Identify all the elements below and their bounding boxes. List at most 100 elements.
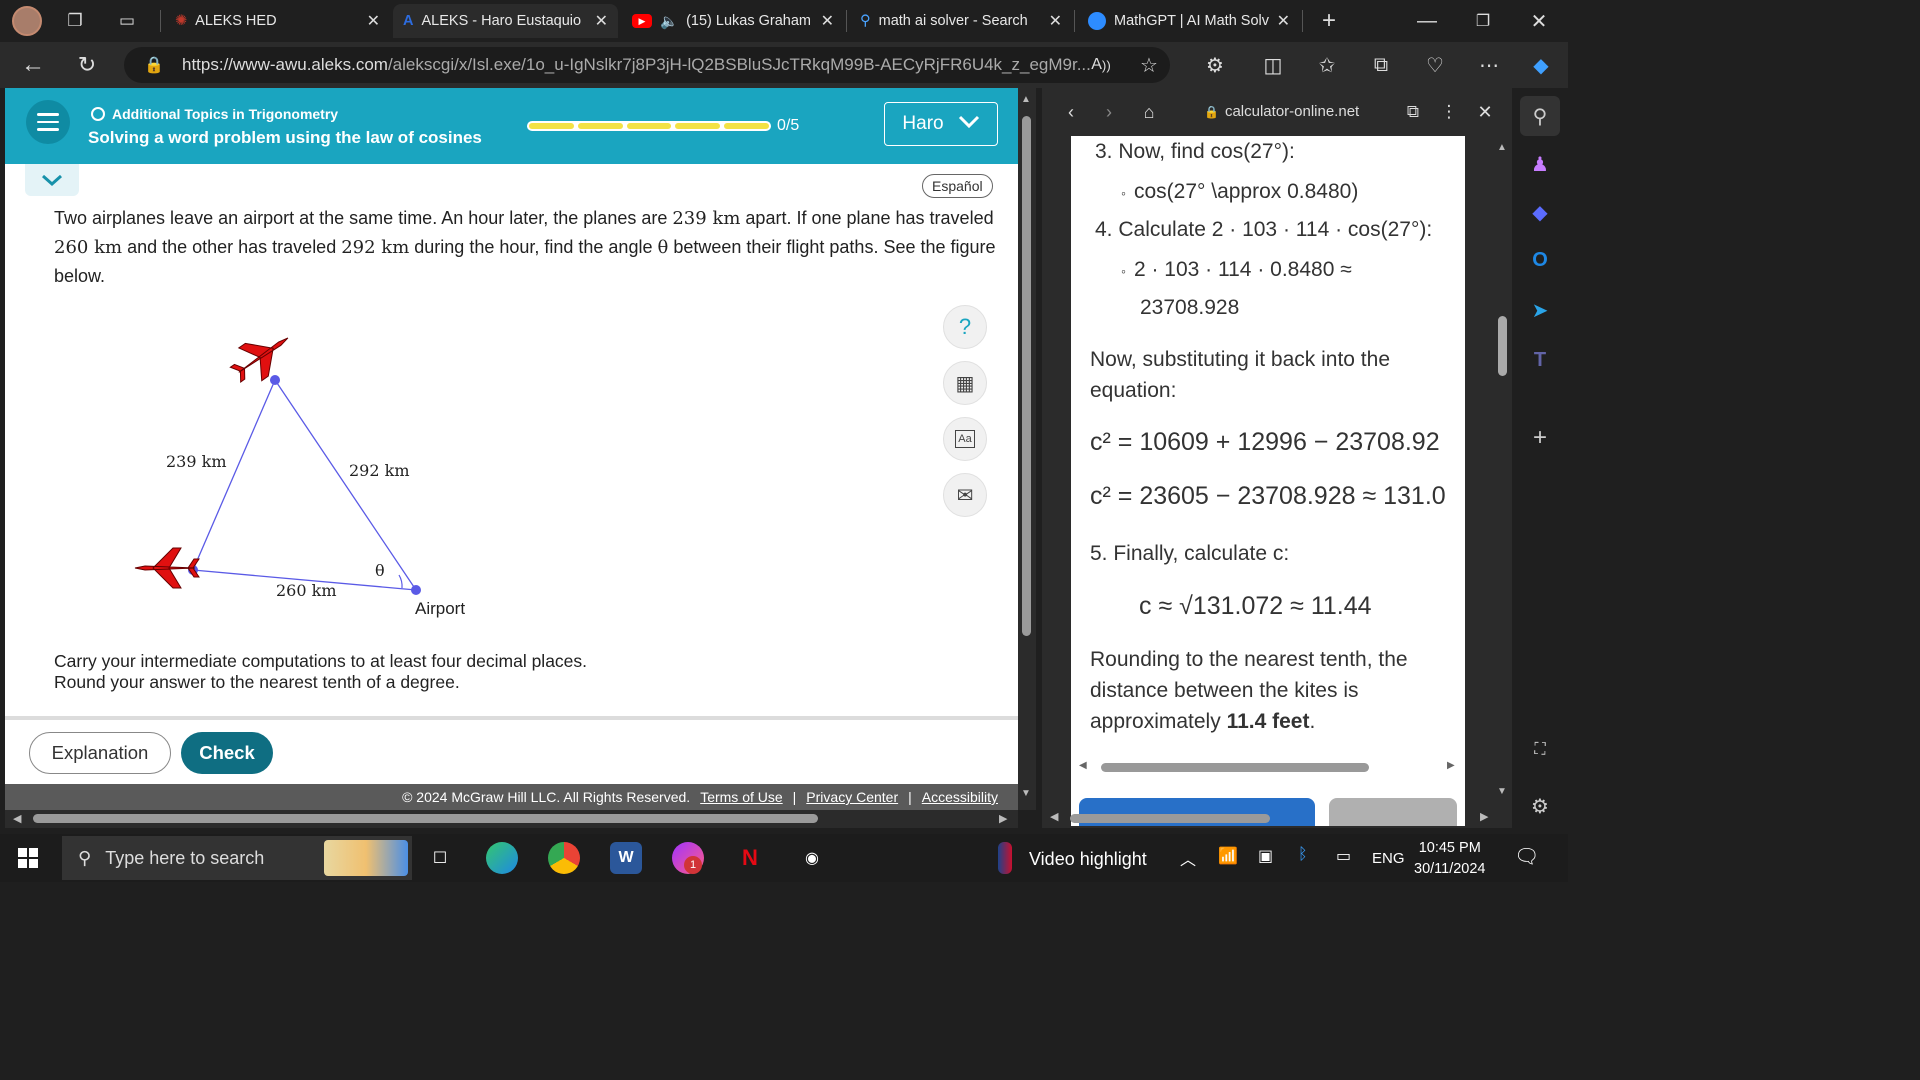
browser-essentials-icon[interactable]: ♡ — [1420, 50, 1450, 80]
shopping-icon[interactable]: ♟ — [1524, 148, 1556, 180]
side-panel-vertical-scrollbar[interactable]: ▲ ▼ — [1494, 136, 1512, 816]
menu-icon[interactable] — [26, 100, 70, 144]
tab-separator — [1074, 10, 1075, 32]
open-in-tab-icon[interactable]: ⧉ — [1398, 97, 1428, 127]
refresh-icon[interactable]: ↻ — [72, 50, 102, 80]
scroll-thumb[interactable] — [1101, 763, 1369, 772]
workspaces-icon[interactable]: ❐ — [60, 6, 90, 36]
tab-bing-search[interactable]: ⚲ math ai solver - Search ✕ — [850, 4, 1072, 38]
send-icon[interactable]: ➤ — [1524, 294, 1556, 326]
panel-forward-icon[interactable]: › — [1094, 97, 1124, 127]
chrome-icon[interactable] — [548, 842, 580, 874]
panel-close-icon[interactable]: ✕ — [1470, 97, 1500, 127]
help-button[interactable]: ? — [943, 305, 987, 349]
terms-link[interactable]: Terms of Use — [700, 789, 782, 805]
mail-icon[interactable]: ✉ — [943, 473, 987, 517]
add-icon[interactable]: + — [1524, 422, 1556, 454]
video-highlight-label[interactable]: Video highlight — [1029, 849, 1147, 870]
tab-separator — [1302, 10, 1303, 32]
airport-dot — [411, 585, 421, 595]
back-icon[interactable]: ← — [18, 50, 48, 80]
tab-aleks-hed[interactable]: ✺ ALEKS HED ✕ — [165, 4, 390, 38]
tab-close-icon[interactable]: ✕ — [595, 11, 608, 31]
profile-avatar[interactable] — [12, 6, 42, 36]
panel-back-icon[interactable]: ‹ — [1056, 97, 1086, 127]
split-screen-icon[interactable]: ◫ — [1258, 50, 1288, 80]
explanation-button[interactable]: Explanation — [29, 732, 171, 774]
espanol-button[interactable]: Español — [922, 174, 993, 198]
windows-start-icon[interactable] — [18, 848, 38, 868]
scroll-thumb[interactable] — [1022, 116, 1031, 636]
wifi-icon[interactable]: 📶 — [1218, 846, 1238, 866]
favorites-icon[interactable]: ✩ — [1312, 50, 1342, 80]
scroll-thumb[interactable] — [1498, 316, 1507, 376]
tab-aleks-haro[interactable]: A ALEKS - Haro Eustaquio ✕ — [393, 4, 618, 38]
bluetooth-icon[interactable]: ᛒ — [1298, 846, 1308, 864]
scroll-thumb[interactable] — [33, 814, 818, 823]
panel-more-icon[interactable]: ⋮ — [1434, 97, 1464, 127]
games-icon[interactable]: ◆ — [1524, 196, 1556, 228]
collapse-header-button[interactable] — [25, 164, 79, 196]
scroll-thumb[interactable] — [1070, 814, 1270, 823]
teams-icon[interactable]: T — [1524, 344, 1556, 376]
notifications-icon[interactable]: 🗨 — [1514, 844, 1539, 869]
tab-close-icon[interactable]: ✕ — [1049, 11, 1062, 31]
dictionary-icon[interactable]: Aa — [943, 417, 987, 461]
taskbar-search[interactable]: ⚲ Type here to search — [62, 836, 412, 880]
netflix-icon[interactable]: N — [734, 842, 766, 874]
task-view-icon[interactable]: ☐ — [424, 842, 456, 874]
rounding-prefix: approximately — [1090, 710, 1227, 733]
address-bar-row: ← ↻ 🔒 https://www-awu.aleks.com/alekscgi… — [0, 42, 1568, 88]
battery-saver-icon[interactable]: ▣ — [1258, 846, 1273, 866]
triangle-diagram: 239 km 292 km 260 km θ Airport — [134, 337, 465, 618]
copilot-icon[interactable]: ◆ — [1526, 50, 1556, 80]
accessibility-link[interactable]: Accessibility — [922, 789, 998, 805]
close-window-icon[interactable]: ✕ — [1524, 6, 1554, 36]
tab-close-icon[interactable]: ✕ — [821, 11, 834, 31]
search-icon[interactable]: ⚲ — [1520, 96, 1560, 136]
side-panel-horizontal-scrollbar[interactable]: ◀ ▶ — [1048, 810, 1494, 826]
word-icon[interactable]: W — [610, 842, 642, 874]
screenshot-icon[interactable]: ⛶ — [1524, 734, 1556, 766]
panel-site: 🔒 calculator-online.net — [1204, 103, 1359, 120]
nba-icon[interactable] — [998, 842, 1012, 874]
collections-icon[interactable]: ⧉ — [1366, 50, 1396, 80]
tab-youtube[interactable]: ▶ 🔈 (15) Lukas Graham ✕ — [622, 4, 844, 38]
battery-icon[interactable]: ▭ — [1336, 846, 1351, 866]
extensions-icon[interactable]: ⚙ — [1200, 50, 1230, 80]
distance-value: 260 km — [54, 237, 123, 258]
settings-icon[interactable]: ⚙ — [1524, 790, 1556, 822]
theta-symbol: θ — [657, 237, 669, 258]
content-horizontal-scrollbar[interactable]: ◀ ▶ — [1079, 760, 1457, 774]
problem-text: Two airplanes leave an airport at the sa… — [54, 208, 673, 228]
page-horizontal-scrollbar[interactable]: ◀ ▶ — [5, 810, 1018, 828]
taskbar-search-placeholder: Type here to search — [105, 847, 265, 868]
language-indicator[interactable]: ENG — [1372, 850, 1405, 867]
aleks-footer: © 2024 McGraw Hill LLC. All Rights Reser… — [5, 784, 1018, 810]
speaker-icon[interactable]: 🔈 — [660, 13, 678, 30]
calculator-icon[interactable]: ▦ — [943, 361, 987, 405]
camera-icon[interactable]: ◉ — [796, 842, 828, 874]
notification-badge: 1 — [684, 856, 702, 874]
tab-close-icon[interactable]: ✕ — [1277, 11, 1290, 31]
panel-home-icon[interactable]: ⌂ — [1134, 97, 1164, 127]
restore-icon[interactable]: ❐ — [1468, 6, 1498, 36]
show-hidden-icons[interactable]: ︿ — [1180, 846, 1196, 870]
page-vertical-scrollbar[interactable]: ▲ ▼ — [1018, 88, 1036, 810]
more-options-icon[interactable]: ⋯ — [1474, 50, 1504, 80]
tab-close-icon[interactable]: ✕ — [367, 11, 380, 31]
favorite-star-icon[interactable]: ☆ — [1134, 50, 1164, 80]
user-menu-button[interactable]: Haro — [884, 102, 998, 146]
read-aloud-icon[interactable]: A)) — [1086, 50, 1116, 80]
clock[interactable]: 10:45 PM 30/11/2024 — [1414, 838, 1486, 880]
outlook-icon[interactable]: O — [1524, 244, 1556, 276]
privacy-link[interactable]: Privacy Center — [806, 789, 898, 805]
clock-time: 10:45 PM — [1418, 840, 1481, 856]
check-button[interactable]: Check — [181, 732, 273, 774]
new-tab-icon[interactable]: + — [1314, 6, 1344, 36]
tab-actions-icon[interactable]: ▭ — [112, 6, 142, 36]
minimize-icon[interactable]: — — [1412, 6, 1442, 36]
tab-mathgpt[interactable]: MathGPT | AI Math Solv ✕ — [1078, 4, 1300, 38]
edge-icon[interactable] — [486, 842, 518, 874]
url-bar[interactable]: 🔒 https://www-awu.aleks.com/alekscgi/x/I… — [124, 47, 1170, 83]
